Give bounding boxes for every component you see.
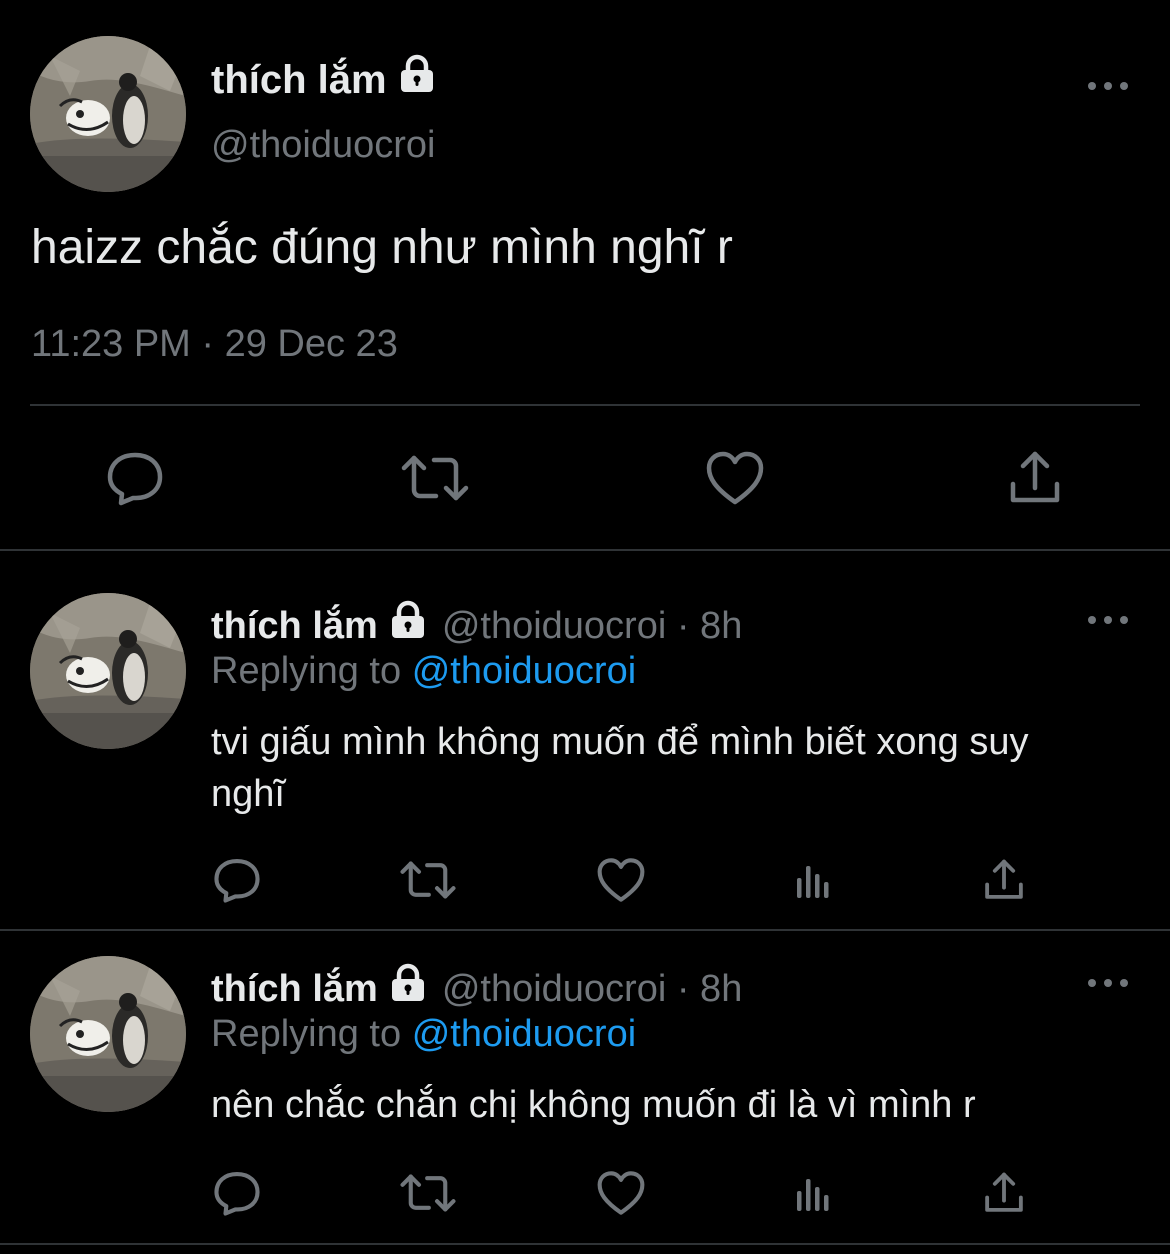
display-name[interactable]: thích lắm — [211, 54, 437, 105]
avatar[interactable] — [30, 593, 186, 749]
lock-icon — [397, 54, 437, 105]
analytics-icon[interactable] — [788, 1167, 838, 1219]
handle-time[interactable]: @thoiduocroi · 8h — [442, 966, 743, 1012]
replying-to: Replying to @thoiduocroi — [211, 648, 636, 694]
analytics-icon[interactable] — [788, 854, 838, 906]
tweet-text: nên chắc chắn chị không muốn đi là vì mì… — [211, 1084, 976, 1126]
handle-time[interactable]: @thoiduocroi · 8h — [442, 603, 743, 649]
retweet-icon[interactable] — [398, 445, 472, 511]
retweet-icon[interactable] — [398, 1167, 458, 1219]
replying-prefix: Replying to — [211, 650, 402, 692]
share-icon[interactable] — [1002, 445, 1068, 511]
more-icon[interactable] — [1088, 76, 1128, 96]
replying-handle-link[interactable]: @thoiduocroi — [412, 1013, 636, 1055]
like-icon[interactable] — [594, 1167, 648, 1219]
like-icon[interactable] — [702, 445, 768, 511]
divider — [0, 929, 1170, 931]
reply-header: thích lắm @thoiduocroi · 8h — [211, 600, 742, 651]
reply-header: thích lắm @thoiduocroi · 8h — [211, 963, 742, 1014]
share-icon[interactable] — [978, 1167, 1030, 1219]
retweet-icon[interactable] — [398, 854, 458, 906]
share-icon[interactable] — [978, 854, 1030, 906]
like-icon[interactable] — [594, 854, 648, 906]
display-name-text[interactable]: thích lắm — [211, 603, 378, 649]
replying-prefix: Replying to — [211, 1013, 402, 1055]
divider — [0, 1243, 1170, 1245]
reply-icon[interactable] — [210, 1167, 264, 1219]
divider — [0, 549, 1170, 551]
replying-handle-link[interactable]: @thoiduocroi — [412, 650, 636, 692]
more-icon[interactable] — [1088, 973, 1128, 993]
timestamp[interactable]: 11:23 PM · 29 Dec 23 — [31, 320, 398, 368]
avatar[interactable] — [30, 956, 186, 1112]
avatar[interactable] — [30, 36, 186, 192]
reply-icon[interactable] — [210, 854, 264, 906]
tweet-text: tvi giấu mình không muốn để mình biết xo… — [211, 721, 1029, 815]
replying-to: Replying to @thoiduocroi — [211, 1011, 636, 1057]
handle[interactable]: @thoiduocroi — [211, 122, 435, 168]
more-icon[interactable] — [1088, 610, 1128, 630]
display-name-text[interactable]: thích lắm — [211, 56, 387, 104]
display-name-text[interactable]: thích lắm — [211, 966, 378, 1012]
tweet-text: haizz chắc đúng như mình nghĩ r — [31, 221, 733, 274]
lock-icon — [388, 963, 428, 1014]
divider — [30, 404, 1140, 406]
reply-icon[interactable] — [100, 445, 170, 511]
lock-icon — [388, 600, 428, 651]
